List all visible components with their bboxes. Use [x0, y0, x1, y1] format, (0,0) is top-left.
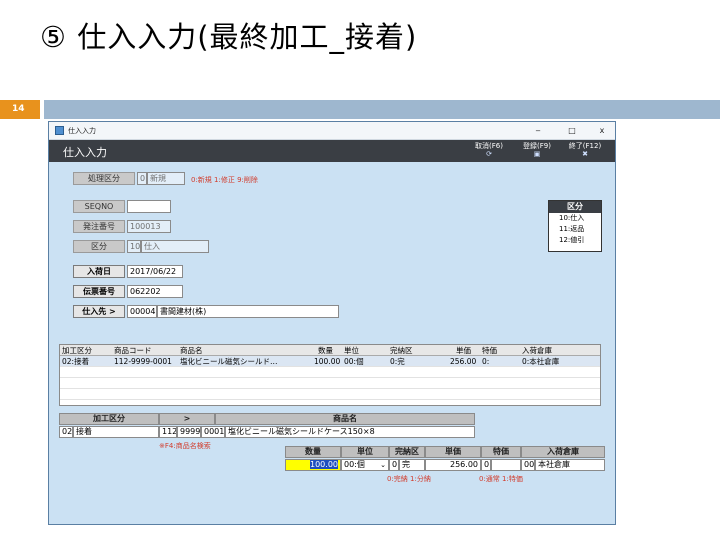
- kannou-hint: 0:完納 1:分納: [387, 475, 431, 483]
- kubun-legend-title: 区分: [549, 201, 601, 213]
- row-tokka: 0:: [482, 357, 490, 366]
- warehouse-code-field[interactable]: 00: [521, 459, 535, 471]
- grid-header-warehouse: 入荷倉庫: [522, 346, 552, 355]
- maximize-button[interactable]: □: [561, 124, 583, 138]
- unit-header: 単位: [341, 446, 389, 458]
- tokka-code-field[interactable]: 0: [481, 459, 491, 471]
- table-row-empty[interactable]: [60, 389, 600, 400]
- exit-f12-label: 終了(F12): [568, 142, 602, 150]
- purchase-entry-window: 仕入入力 ‒ □ x 仕入入力 取消(F6) ⟳ 登録(F9) ▣ 終了(F12…: [48, 121, 616, 525]
- order-no-label: 発注番号: [73, 220, 125, 233]
- product-name-field: 塩化ビニール磁気シールドケース150×8: [225, 426, 475, 438]
- unit-select[interactable]: 00:個 ⌄: [341, 459, 389, 471]
- row-code: 112-9999-0001: [114, 357, 172, 366]
- tokka-hint: 0:通常 1:特価: [479, 475, 523, 483]
- grid-header-price: 単価: [456, 346, 471, 355]
- price-header: 単価: [425, 446, 481, 458]
- page-stripe: [44, 100, 720, 119]
- shori-kubun-hint: 0:新規 1:修正 9:削除: [191, 176, 258, 184]
- supplier-code[interactable]: 00004: [127, 305, 157, 318]
- row-kannou: 0:完: [390, 357, 405, 366]
- kubun-legend-item: 10:仕入: [559, 214, 585, 222]
- screen-title: 仕入入力: [63, 146, 107, 159]
- arrival-date-label: 入荷日: [73, 265, 125, 278]
- row-name: 塩化ビニール磁気シールド…: [180, 357, 278, 366]
- seqno-field[interactable]: [127, 200, 171, 213]
- unit-value: 00:個: [344, 460, 365, 469]
- grid-header-tokka: 特価: [482, 346, 497, 355]
- product-name-header: 商品名: [215, 413, 475, 425]
- grid-header-qty: 数量: [318, 346, 333, 355]
- exit-f12-button[interactable]: 終了(F12) ✖: [565, 142, 605, 160]
- register-f9-button[interactable]: 登録(F9) ▣: [517, 142, 557, 160]
- table-row[interactable]: 02:接着 112-9999-0001 塩化ビニール磁気シールド… 100.00…: [60, 356, 600, 367]
- page-number: 14: [0, 100, 40, 119]
- exit-icon: ✖: [582, 150, 588, 158]
- supplier-name: 書間建材(株): [157, 305, 339, 318]
- screen-header: 仕入入力 取消(F6) ⟳ 登録(F9) ▣ 終了(F12) ✖: [49, 140, 615, 162]
- kannou-name-field: 完: [399, 459, 425, 471]
- arrival-date-field[interactable]: 2017/06/22: [127, 265, 183, 278]
- qty-field[interactable]: 100.00: [285, 459, 341, 471]
- warehouse-name-field: 本社倉庫: [535, 459, 605, 471]
- slip-no-label: 伝票番号: [73, 285, 125, 298]
- grid-header-kako: 加工区分: [62, 346, 92, 355]
- f4-search-hint: ※F4:商品名検索: [159, 442, 211, 450]
- slip-no-field[interactable]: 062202: [127, 285, 183, 298]
- kubun-code[interactable]: 10: [127, 240, 141, 253]
- grid-header-name: 商品名: [180, 346, 203, 355]
- warehouse-header: 入荷倉庫: [521, 446, 605, 458]
- qty-header: 数量: [285, 446, 341, 458]
- kubun-legend-item: 11:返品: [559, 225, 585, 233]
- row-kako: 02:接着: [62, 357, 90, 366]
- tokka-name-field: [491, 459, 521, 471]
- kannou-code-field[interactable]: 0: [389, 459, 399, 471]
- supplier-button[interactable]: 仕入先 >: [73, 305, 125, 318]
- slide-title: ⑤ 仕入入力(最終加工_接着): [40, 20, 418, 54]
- kako-name-field: 接着: [73, 426, 159, 438]
- window-title: 仕入入力: [68, 127, 96, 135]
- kannou-header: 完納区: [389, 446, 425, 458]
- product-code2-field[interactable]: 9999: [177, 426, 201, 438]
- row-qty: 100.00: [314, 357, 341, 366]
- table-row-empty[interactable]: [60, 378, 600, 389]
- shori-kubun-code[interactable]: 0: [137, 172, 147, 185]
- seqno-label: SEQNO: [73, 200, 125, 213]
- cancel-f6-button[interactable]: 取消(F6) ⟳: [469, 142, 509, 160]
- kubun-legend-box: 区分 10:仕入 11:返品 12:値引: [548, 200, 602, 252]
- app-icon: [55, 126, 64, 135]
- grid-header-row: 加工区分 商品コード 商品名 数量 単位 完納区 単価 特価 入荷倉庫: [60, 345, 600, 356]
- row-warehouse: 0:本社倉庫: [522, 357, 560, 366]
- kubun-name: 仕入: [141, 240, 209, 253]
- save-icon: ▣: [533, 150, 541, 158]
- window-titlebar: 仕入入力 ‒ □ x: [49, 122, 615, 140]
- table-row-empty[interactable]: [60, 367, 600, 378]
- page-bar: 14: [0, 100, 720, 119]
- shori-kubun-name: 新規: [147, 172, 185, 185]
- product-code1-field[interactable]: 112: [159, 426, 177, 438]
- refresh-icon: ⟳: [486, 150, 492, 158]
- kubun-legend-item: 12:値引: [559, 236, 585, 244]
- minimize-button[interactable]: ‒: [527, 124, 549, 138]
- detail-grid[interactable]: 加工区分 商品コード 商品名 数量 単位 完納区 単価 特価 入荷倉庫 02:接…: [59, 344, 601, 406]
- tokka-header: 特価: [481, 446, 521, 458]
- price-field[interactable]: 256.00: [425, 459, 481, 471]
- kako-code-field[interactable]: 02: [59, 426, 73, 438]
- register-f9-label: 登録(F9): [523, 142, 551, 150]
- product-code3-field[interactable]: 0001: [201, 426, 225, 438]
- row-unit: 00:個: [344, 357, 364, 366]
- qty-value: 100.00: [310, 460, 338, 469]
- kako-kubun-header: 加工区分: [59, 413, 159, 425]
- chevron-down-icon: ⌄: [380, 461, 386, 469]
- cancel-f6-label: 取消(F6): [475, 142, 503, 150]
- shori-kubun-label: 処理区分: [73, 172, 135, 185]
- grid-header-code: 商品コード: [114, 346, 152, 355]
- order-no-field[interactable]: 100013: [127, 220, 171, 233]
- row-price: 256.00: [450, 357, 477, 366]
- kubun-label: 区分: [73, 240, 125, 253]
- product-search-button[interactable]: >: [159, 413, 215, 425]
- grid-header-kannou: 完納区: [390, 346, 413, 355]
- grid-header-unit: 単位: [344, 346, 359, 355]
- close-button[interactable]: x: [591, 124, 613, 138]
